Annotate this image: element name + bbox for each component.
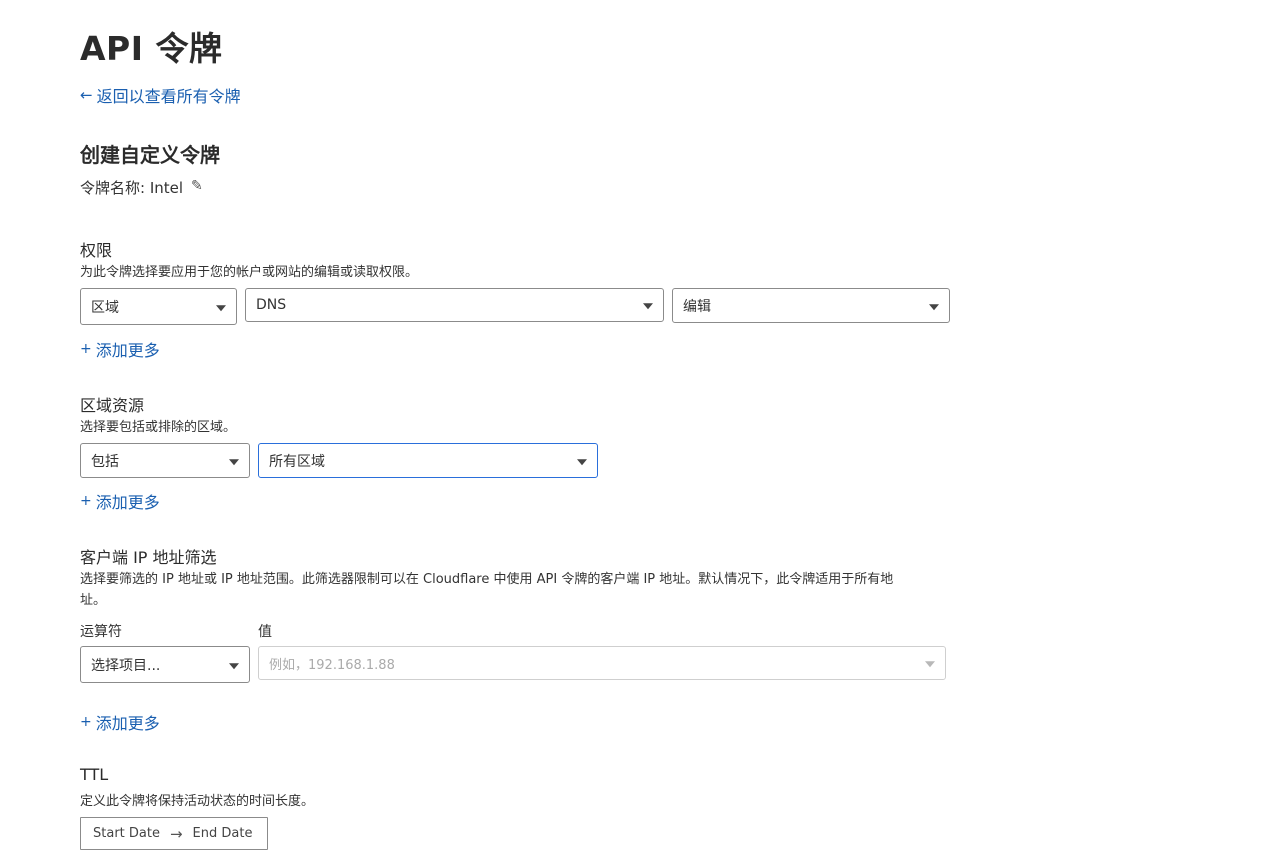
permission-scope-value: 区域 <box>91 299 119 316</box>
back-link-label: 返回以查看所有令牌 <box>96 87 241 106</box>
caret-down-icon <box>643 303 653 310</box>
token-name: 令牌名称: Intel ✎ <box>80 177 203 198</box>
zone-mode-select[interactable]: 包括 <box>80 443 250 478</box>
zone-resources-description: 选择要包括或排除的区域。 <box>80 420 237 435</box>
permissions-title: 权限 <box>80 241 113 260</box>
permission-resource-select[interactable]: DNS <box>245 288 664 322</box>
caret-down-icon <box>929 303 939 310</box>
start-date-field[interactable]: Start Date <box>93 826 160 841</box>
zone-value: 所有区域 <box>269 453 325 470</box>
ip-filter-title: 客户端 IP 地址筛选 <box>80 548 217 567</box>
arrow-left-icon: ← <box>80 86 93 104</box>
caret-down-icon <box>229 662 239 669</box>
permission-resource-value: DNS <box>256 297 287 313</box>
caret-down-icon <box>216 304 226 311</box>
ttl-title: TTL <box>80 765 109 784</box>
add-permission-label: 添加更多 <box>95 341 160 360</box>
zone-resources-title: 区域资源 <box>80 396 145 415</box>
ttl-description: 定义此令牌将保持活动状态的时间长度。 <box>80 794 315 809</box>
permission-scope-select[interactable]: 区域 <box>80 288 237 325</box>
pencil-icon[interactable]: ✎ <box>191 178 203 194</box>
add-zone-resource-label: 添加更多 <box>95 493 160 512</box>
add-zone-resource-button[interactable]: + 添加更多 <box>80 489 160 513</box>
caret-down-icon <box>577 458 587 465</box>
permissions-description: 为此令牌选择要应用于您的帐户或网站的编辑或读取权限。 <box>80 265 419 280</box>
ip-filter-description-line1: 选择要筛选的 IP 地址或 IP 地址范围。此筛选器限制可以在 Cloudfla… <box>80 572 894 587</box>
operator-select[interactable]: 选择项目... <box>80 646 250 683</box>
caret-down-icon <box>229 458 239 465</box>
back-to-tokens-link[interactable]: ← 返回以查看所有令牌 <box>80 83 241 107</box>
ttl-date-range-picker[interactable]: Start Date → End Date <box>80 817 268 850</box>
value-label: 值 <box>258 624 272 640</box>
operator-label: 运算符 <box>80 624 122 640</box>
operator-placeholder: 选择项目... <box>91 657 161 674</box>
zone-select[interactable]: 所有区域 <box>258 443 598 478</box>
arrow-right-icon: → <box>169 824 183 843</box>
permission-access-select[interactable]: 编辑 <box>672 288 950 323</box>
permission-access-value: 编辑 <box>683 298 711 315</box>
end-date-field[interactable]: End Date <box>193 826 253 841</box>
section-title: 创建自定义令牌 <box>80 143 220 167</box>
token-name-label: 令牌名称: Intel <box>80 179 184 197</box>
caret-down-icon <box>925 661 935 668</box>
plus-icon: + <box>80 493 92 509</box>
ip-value-placeholder: 例如，192.168.1.88 <box>269 657 395 673</box>
page-title: API 令牌 <box>80 29 223 68</box>
ip-filter-description: 选择要筛选的 IP 地址或 IP 地址范围。此筛选器限制可以在 Cloudfla… <box>80 569 950 611</box>
plus-icon: + <box>80 714 92 730</box>
add-ip-filter-label: 添加更多 <box>95 714 160 733</box>
zone-mode-value: 包括 <box>91 453 119 470</box>
ip-value-input[interactable]: 例如，192.168.1.88 <box>258 646 946 680</box>
ip-filter-description-line2: 址。 <box>80 593 107 608</box>
plus-icon: + <box>80 341 92 357</box>
add-permission-button[interactable]: + 添加更多 <box>80 337 160 361</box>
add-ip-filter-button[interactable]: + 添加更多 <box>80 710 160 734</box>
